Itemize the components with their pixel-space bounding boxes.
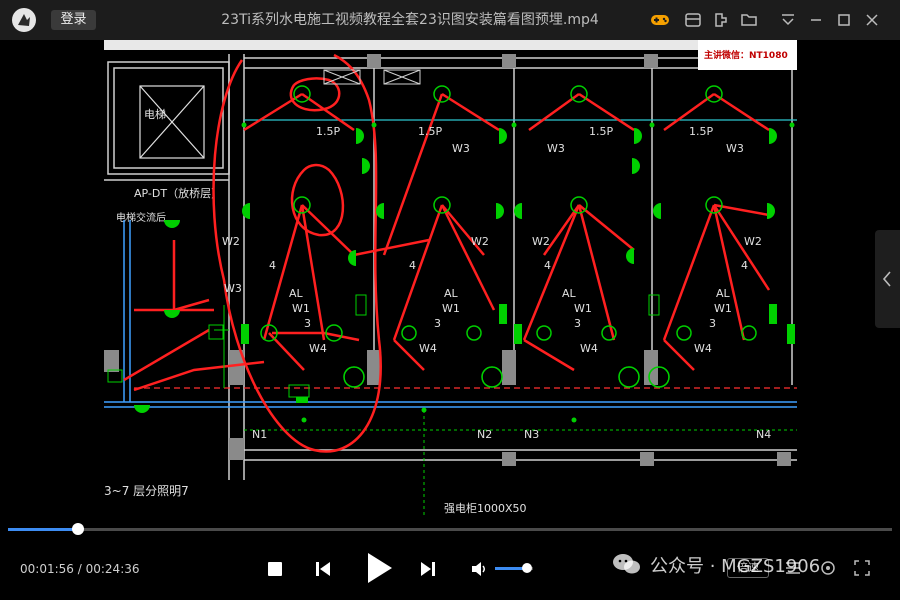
label-w1-b: W1 [442,302,460,315]
login-button[interactable]: 登录 [51,10,96,30]
label-1-5p-d: 1.5P [689,125,713,138]
time-display: 00:01:56 / 00:24:36 [20,562,140,576]
close-icon[interactable] [862,10,882,30]
app-logo-icon[interactable] [12,8,36,32]
wechat-icon [613,554,640,574]
progress-fill [8,528,78,531]
label-w4-d: W4 [694,342,712,355]
time-separator: / [77,562,82,576]
label-w3-c: W3 [726,142,744,155]
fullscreen-icon[interactable] [852,558,872,578]
total-time: 00:24:36 [85,562,140,576]
folder-icon[interactable] [739,10,759,30]
label-w2-a: W2 [222,235,240,248]
play-icon[interactable] [362,550,396,586]
label-w1-a: W1 [292,302,310,315]
label-3-a: 3 [304,317,311,330]
label-1-5p-b: 1.5P [418,125,442,138]
label-w2-c: W2 [532,235,550,248]
label-w4-b: W4 [419,342,437,355]
video-frame[interactable]: 电梯 AP-DT（放桥层） 电梯交流后 1.5P 1.5P 1.5P 1.5P … [104,40,797,518]
label-3-b: 3 [434,317,441,330]
gamepad-icon[interactable] [650,10,670,30]
label-w3-d: W3 [224,282,242,295]
conduit-label: 强电柜1000X50 [444,502,527,515]
playlist-toggle[interactable] [875,230,900,328]
label-4-d: 4 [741,259,748,272]
label-3-d: 3 [709,317,716,330]
label-n4: N4 [756,428,771,441]
prev-icon[interactable] [313,559,333,579]
label-4-c: 4 [544,259,551,272]
volume-icon[interactable] [469,559,489,579]
label-n3: N3 [524,428,539,441]
cad-toolbar [104,40,797,50]
label-al-d: AL [716,287,731,300]
teacher-watermark: 主讲微信：NT1080 [704,49,788,61]
label-n2: N2 [477,428,492,441]
label-4-b: 4 [409,259,416,272]
progress-bar[interactable] [8,523,892,535]
chevron-left-icon [882,271,891,287]
control-bar: 00:01:56 / 00:24:36 倍速 公众号 · MGZS1906 [0,536,900,600]
label-1-5p-c: 1.5P [589,125,613,138]
label-n1: N1 [252,428,267,441]
label-w4-a: W4 [309,342,327,355]
label-al-a: AL [289,287,304,300]
label-w4-c: W4 [580,342,598,355]
ap-dt-label: AP-DT（放桥层） [134,186,222,200]
skin-icon[interactable] [683,10,703,30]
next-icon[interactable] [418,559,438,579]
label-w3-a: W3 [452,142,470,155]
label-al-c: AL [562,287,577,300]
settings-icon[interactable] [818,558,838,578]
window-title: 23Ti系列水电施工视频教程全套23识图安装篇看图预埋.mp4 [221,12,599,28]
stop-icon[interactable] [266,560,284,578]
label-4-a: 4 [269,259,276,272]
current-time: 00:01:56 [20,562,74,576]
label-3-c: 3 [574,317,581,330]
label-w3-b: W3 [547,142,565,155]
floor-note-label: 3~7 层分照明7 [104,484,189,498]
progress-handle[interactable] [71,523,84,535]
pin-icon[interactable] [711,10,731,30]
label-w2-d: W2 [744,235,762,248]
title-bar: 登录 23Ti系列水电施工视频教程全套23识图安装篇看图预埋.mp4 [0,0,900,40]
label-1-5p-a: 1.5P [316,125,340,138]
elevator-label: 电梯 [144,108,166,121]
watermark-text: 公众号 · MGZS1906 [650,556,821,577]
label-w1-d: W1 [714,302,732,315]
volume-handle[interactable] [522,563,533,573]
collapse-icon[interactable] [778,10,798,30]
label-w1-c: W1 [574,302,592,315]
volume-slider[interactable] [495,563,533,573]
maximize-icon[interactable] [834,10,854,30]
label-al-b: AL [444,287,459,300]
minimize-icon[interactable] [806,10,826,30]
label-w2-b: W2 [471,235,489,248]
